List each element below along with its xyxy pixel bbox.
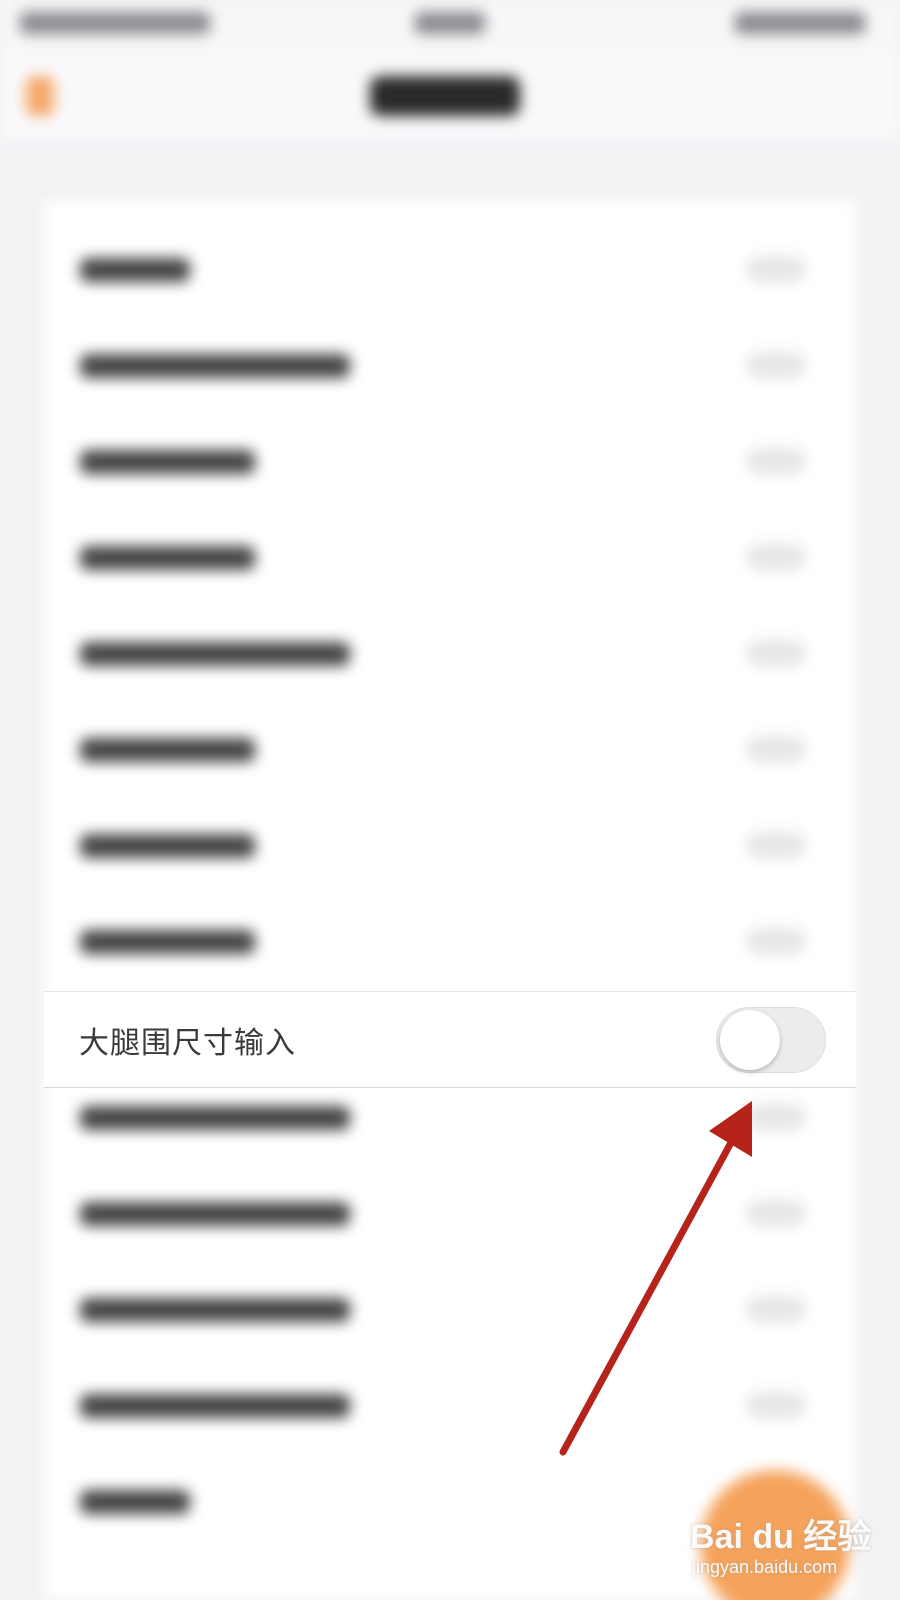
settings-row-toggle[interactable] <box>746 544 806 570</box>
toggle-knob <box>720 1010 780 1070</box>
settings-row[interactable] <box>44 220 856 316</box>
status-bar <box>0 0 900 50</box>
settings-row-label <box>80 1202 350 1226</box>
screen: 大腿围尺寸输入 Bai du 经验 jingyan.baidu.com <box>0 0 900 1600</box>
settings-card <box>44 200 856 1600</box>
settings-row[interactable] <box>44 316 856 412</box>
watermark-brand: Bai du 经验 <box>690 1518 872 1556</box>
settings-row-label <box>80 930 255 954</box>
settings-row-toggle[interactable] <box>746 736 806 762</box>
settings-row-thigh-size-input[interactable]: 大腿围尺寸输入 <box>44 991 856 1088</box>
watermark-url: jingyan.baidu.com <box>692 1557 838 1577</box>
settings-row-toggle[interactable] <box>746 448 806 474</box>
settings-row-toggle[interactable] <box>746 832 806 858</box>
settings-row-label <box>80 834 255 858</box>
settings-row-label <box>80 450 255 474</box>
toggle-switch[interactable] <box>716 1007 826 1073</box>
settings-row-toggle[interactable] <box>746 928 806 954</box>
settings-row[interactable] <box>44 604 856 700</box>
settings-row[interactable] <box>44 700 856 796</box>
settings-row-toggle[interactable] <box>746 1392 806 1418</box>
blurred-background <box>0 0 900 1600</box>
thigh-size-input-label: 大腿围尺寸输入 <box>79 1026 296 1061</box>
settings-row-toggle[interactable] <box>746 1104 806 1130</box>
settings-row-toggle[interactable] <box>746 1200 806 1226</box>
back-icon[interactable] <box>26 76 54 116</box>
settings-row[interactable] <box>44 508 856 604</box>
settings-row[interactable] <box>44 1164 856 1260</box>
settings-row-label <box>80 546 255 570</box>
settings-row-label <box>80 738 255 762</box>
status-bar-time <box>415 12 485 34</box>
settings-row-toggle[interactable] <box>746 256 806 282</box>
settings-row-toggle[interactable] <box>746 352 806 378</box>
settings-row[interactable] <box>44 796 856 892</box>
status-bar-left <box>20 12 210 34</box>
page-title <box>370 76 520 116</box>
settings-row-label <box>80 354 350 378</box>
settings-row-label <box>80 642 350 666</box>
settings-row[interactable] <box>44 1260 856 1356</box>
settings-row[interactable] <box>44 412 856 508</box>
settings-row-label <box>80 1490 190 1514</box>
nav-bar <box>0 50 900 140</box>
settings-row-label <box>80 1298 350 1322</box>
settings-row-toggle[interactable] <box>746 640 806 666</box>
settings-row-label <box>80 1106 350 1130</box>
settings-row-label <box>80 1394 350 1418</box>
settings-row[interactable] <box>44 1356 856 1452</box>
baidu-jingyan-watermark: Bai du 经验 jingyan.baidu.com <box>690 1505 890 1595</box>
settings-row[interactable] <box>44 892 856 988</box>
settings-row-label <box>80 258 190 282</box>
status-bar-indicators <box>735 12 865 34</box>
settings-row-toggle[interactable] <box>746 1296 806 1322</box>
